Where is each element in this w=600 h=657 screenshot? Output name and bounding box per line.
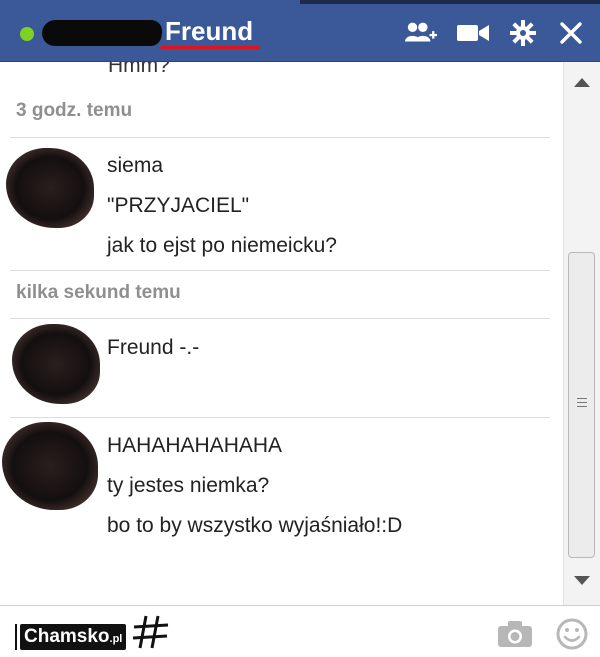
- online-status-dot: [20, 27, 34, 41]
- close-icon[interactable]: [555, 17, 587, 49]
- grip-line: [577, 402, 587, 403]
- partial-message-line: Hmm?: [108, 62, 170, 77]
- scroll-thumb[interactable]: [568, 252, 595, 558]
- add-friend-icon[interactable]: [405, 17, 437, 49]
- chat-contact-name[interactable]: Freund: [165, 16, 253, 46]
- avatar[interactable]: [12, 324, 100, 404]
- avatar[interactable]: [2, 422, 98, 510]
- message-line: HAHAHAHAHAHA: [107, 434, 283, 457]
- watermark-hash-icon: [132, 615, 169, 649]
- message-line: "PRZYJACIEL": [107, 194, 250, 217]
- camera-icon[interactable]: [497, 620, 533, 648]
- scroll-down-arrow-icon[interactable]: [574, 576, 590, 585]
- emoji-icon[interactable]: [556, 618, 588, 650]
- avatar[interactable]: [6, 148, 94, 228]
- divider: [10, 318, 550, 319]
- top-strip: [300, 0, 600, 4]
- settings-gear-icon[interactable]: [507, 17, 539, 49]
- watermark-suffix: .pl: [109, 633, 123, 645]
- text-caret: [15, 624, 17, 650]
- timestamp-label: kilka sekund temu: [16, 282, 181, 303]
- message-line: Freund -.-: [107, 336, 200, 359]
- scrollbar[interactable]: [563, 62, 600, 605]
- message-line: bo to by wszystko wyjaśniało!:D: [107, 514, 403, 537]
- message-line: jak to ejst po niemeicku?: [107, 234, 337, 257]
- video-call-icon[interactable]: [457, 17, 489, 49]
- message-input-bar[interactable]: Chamsko.pl: [0, 605, 600, 657]
- message-line: ty jestes niemka?: [107, 474, 270, 497]
- watermark-text: Chamsko: [24, 626, 110, 647]
- message-line: siema: [107, 154, 164, 177]
- timestamp-label: 3 godz. temu: [16, 100, 133, 121]
- divider: [10, 270, 550, 271]
- divider: [10, 417, 550, 418]
- chat-title-bar: Freund: [0, 0, 600, 62]
- watermark-logo: Chamsko.pl: [20, 624, 127, 650]
- grip-line: [577, 398, 587, 399]
- scroll-up-arrow-icon[interactable]: [574, 78, 590, 87]
- redacted-name-scribble: [40, 20, 164, 46]
- grip-line: [577, 406, 587, 407]
- conversation-pane[interactable]: Hmm? 3 godz. temu siema "PRZYJACIEL" jak…: [0, 62, 563, 605]
- divider: [10, 137, 550, 138]
- red-underline-annotation: [160, 46, 260, 49]
